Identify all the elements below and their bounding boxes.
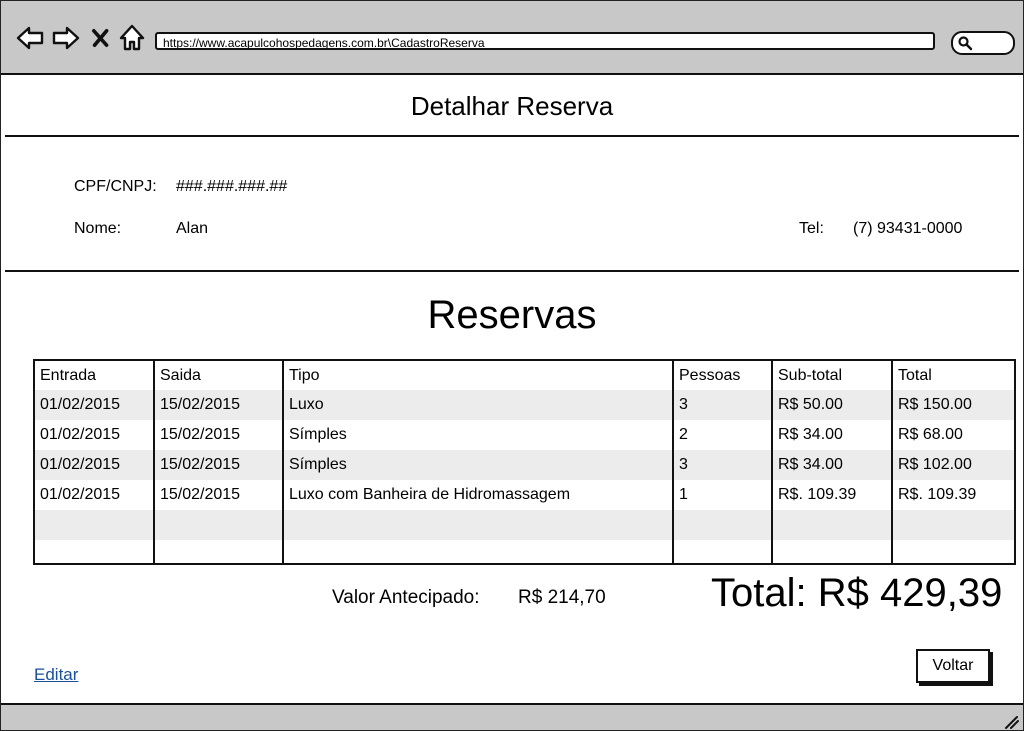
table-row[interactable]: 01/02/2015 15/02/2015 Símples 2 R$ 34.00… [33, 420, 1016, 450]
column-header: Entrada [33, 360, 155, 390]
cell-total: R$. 109.39 [891, 480, 1016, 510]
cell-subtotal: R$ 50.00 [771, 390, 893, 420]
cell-tipo: Símples [282, 450, 674, 480]
cell-total: R$ 68.00 [891, 420, 1016, 450]
column-header: Saida [153, 360, 284, 390]
column-header: Pessoas [672, 360, 773, 390]
grand-total: Total: R$ 429,39 [711, 571, 1003, 615]
cell-entrada: 01/02/2015 [33, 420, 155, 450]
table-row[interactable] [33, 540, 1016, 564]
cell-subtotal: R$. 109.39 [771, 480, 893, 510]
forward-icon[interactable] [51, 23, 81, 53]
cell-pessoas: 3 [672, 390, 773, 420]
cpf-label: CPF/CNPJ: [74, 178, 157, 195]
cell-saida: 15/02/2015 [153, 390, 284, 420]
cell-subtotal: R$ 34.00 [771, 420, 893, 450]
cell-saida: 15/02/2015 [153, 420, 284, 450]
cell-subtotal [771, 540, 893, 564]
page-title: Detalhar Reserva [410, 91, 614, 121]
edit-link[interactable]: Editar [34, 665, 78, 685]
cell-total [891, 540, 1016, 564]
advance-label: Valor Antecipado: [332, 587, 480, 608]
cell-tipo: Símples [282, 420, 674, 450]
close-icon[interactable] [89, 23, 113, 53]
cell-total: R$ 150.00 [891, 390, 1016, 420]
cell-saida [153, 540, 284, 564]
cell-entrada: 01/02/2015 [33, 450, 155, 480]
cell-pessoas: 1 [672, 480, 773, 510]
cell-subtotal [771, 510, 893, 540]
status-bar [1, 703, 1023, 730]
cell-entrada [33, 510, 155, 540]
cell-total [891, 510, 1016, 540]
cell-saida: 15/02/2015 [153, 480, 284, 510]
cell-pessoas: 3 [672, 450, 773, 480]
resize-grip-icon[interactable] [1003, 715, 1019, 729]
cell-tipo [282, 540, 674, 564]
table-row[interactable]: 01/02/2015 15/02/2015 Luxo 3 R$ 50.00 R$… [33, 390, 1016, 420]
cell-entrada: 01/02/2015 [33, 390, 155, 420]
tel-label: Tel: [799, 220, 824, 237]
back-icon[interactable] [15, 23, 45, 53]
cell-pessoas [672, 540, 773, 564]
browser-window: https://www.acapulcohospedagens.com.br\C… [0, 0, 1024, 731]
tel-value: (7) 93431-0000 [853, 220, 963, 237]
cell-tipo: Luxo [282, 390, 674, 420]
column-header: Sub-total [771, 360, 893, 390]
table-row[interactable] [33, 510, 1016, 540]
search-box[interactable] [951, 31, 1015, 55]
table-row[interactable]: 01/02/2015 15/02/2015 Luxo com Banheira … [33, 480, 1016, 510]
column-header: Tipo [282, 360, 674, 390]
home-icon[interactable] [117, 23, 147, 53]
reservations-table: Entrada Saida Tipo Pessoas Sub-total Tot… [33, 359, 1016, 565]
back-button[interactable]: Voltar [916, 649, 990, 683]
reservations-title: Reservas [427, 293, 597, 337]
cell-saida [153, 510, 284, 540]
cell-subtotal: R$ 34.00 [771, 450, 893, 480]
name-label: Nome: [74, 220, 122, 237]
name-value: Alan [176, 220, 209, 237]
column-header: Total [891, 360, 1016, 390]
browser-toolbar: https://www.acapulcohospedagens.com.br\C… [1, 1, 1023, 75]
cell-saida: 15/02/2015 [153, 450, 284, 480]
cell-total: R$ 102.00 [891, 450, 1016, 480]
advance-value: R$ 214,70 [518, 587, 606, 608]
cell-tipo [282, 510, 674, 540]
cpf-value: ###.###.###.## [176, 178, 288, 195]
cell-entrada: 01/02/2015 [33, 480, 155, 510]
divider [5, 135, 1019, 137]
cell-pessoas: 2 [672, 420, 773, 450]
cell-pessoas [672, 510, 773, 540]
cell-entrada [33, 540, 155, 564]
divider [5, 270, 1019, 272]
search-icon [958, 36, 973, 51]
table-header-row: Entrada Saida Tipo Pessoas Sub-total Tot… [33, 360, 1016, 390]
table-row[interactable]: 01/02/2015 15/02/2015 Símples 3 R$ 34.00… [33, 450, 1016, 480]
cell-tipo: Luxo com Banheira de Hidromassagem [282, 480, 674, 510]
address-bar[interactable]: https://www.acapulcohospedagens.com.br\C… [155, 32, 935, 50]
